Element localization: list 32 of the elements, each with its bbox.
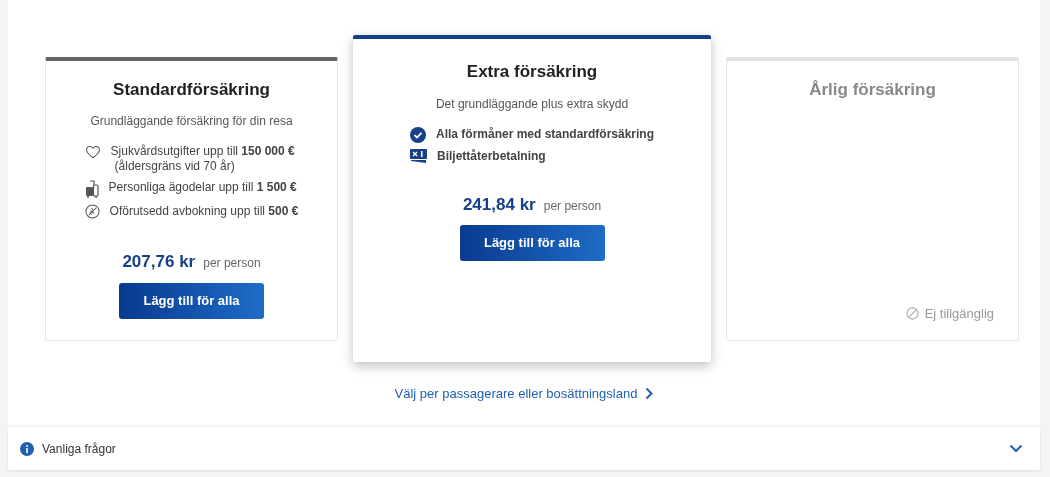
feature-note: (åldersgräns vid 70 år) [113, 159, 236, 174]
feature-text: Oförutsedd avbokning upp till 500 € [109, 204, 299, 219]
plan-title: Extra försäkring [466, 61, 598, 83]
chevron-down-icon [1009, 444, 1023, 453]
choose-per-passenger-link[interactable]: Välj per passagerare eller bosättningsland [394, 384, 654, 404]
feature-text: Biljettåterbetalning [436, 148, 546, 164]
check-icon [409, 126, 426, 143]
unavailable-icon [905, 307, 919, 321]
feature-text: Alla förmåner med standardförsäkring [435, 126, 655, 142]
add-for-all-button[interactable]: Lägg till för alla [119, 282, 264, 319]
price: 207,76 kr [122, 251, 196, 273]
luggage-icon [84, 180, 99, 198]
price-unit: per person [543, 197, 602, 215]
unavailable-label: Ej tillgänglig [924, 305, 994, 323]
plan-card[interactable] [45, 56, 338, 341]
plan-card[interactable]: Extra försäkring Det grundläggande plus extra skydd Alla förmåner med standardförsäkring Biljettåterbetalning 241,84 kr per person Lägg till för alla [353, 35, 711, 362]
plan-title: Standardförsäkring [113, 78, 270, 101]
plan-title: Årlig försäkring [809, 78, 936, 101]
add-for-all-button[interactable]: Lägg till för alla [459, 225, 605, 261]
price: 241,84 kr [462, 193, 536, 216]
plan-subtitle: Det grundläggande plus extra skydd [435, 95, 629, 113]
feature-text: Sjukvårdsutgifter upp till 150 000 € [110, 144, 295, 159]
feature-text: Personliga ägodelar upp till 1 500 € [108, 180, 297, 195]
ticket-icon [409, 148, 427, 164]
faq-label: Vanliga frågor [42, 440, 116, 458]
info-icon [20, 441, 34, 456]
plan-card[interactable]: Årlig försäkring Ej tillgänglig [726, 56, 1019, 341]
chevron-right-icon [645, 387, 654, 401]
heart-icon [84, 145, 101, 159]
faq-accordion[interactable]: Vanliga frågor [8, 427, 1040, 470]
price-unit: per person [203, 255, 261, 272]
plan-subtitle: Grundläggande försäkring för din resa [90, 113, 293, 130]
